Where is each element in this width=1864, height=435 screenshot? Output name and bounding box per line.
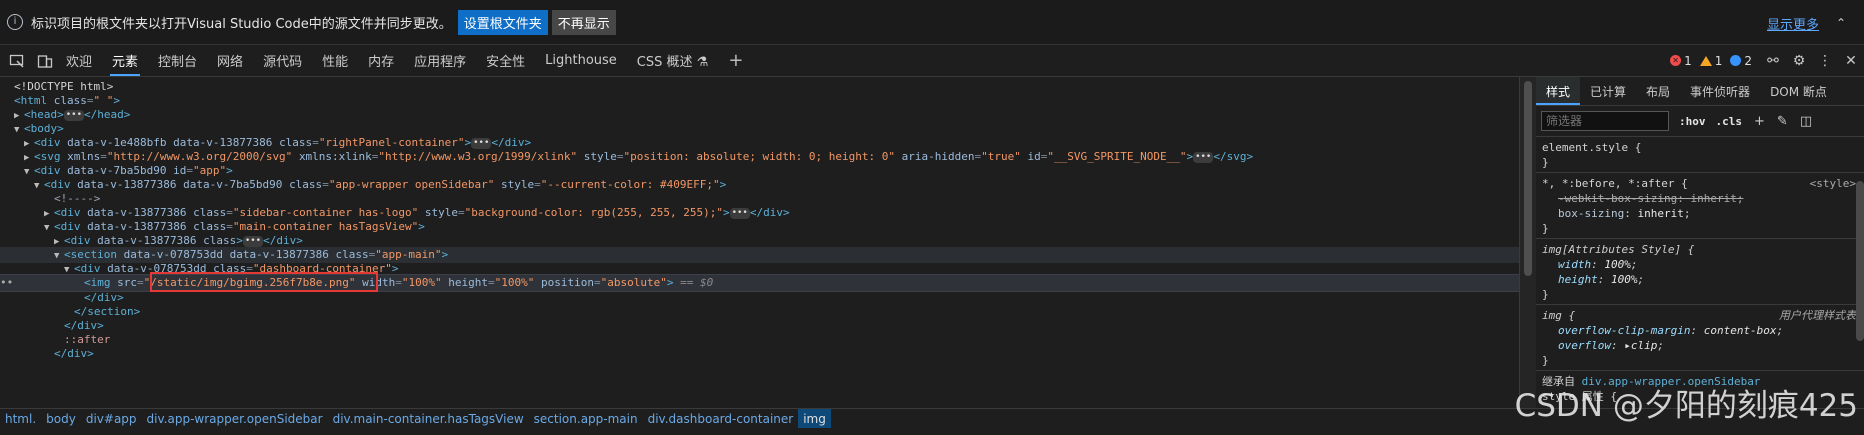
tab-sources[interactable]: 源代码 [253,45,312,76]
new-style-rule-icon[interactable]: + [1754,114,1765,129]
more-dots-icon[interactable]: •• [0,275,13,291]
tab-performance[interactable]: 性能 [312,45,358,76]
device-toolbar-icon[interactable] [34,50,56,72]
add-tab-icon[interactable]: + [728,50,743,71]
tab-lighthouse[interactable]: Lighthouse [535,45,627,76]
tab-layout[interactable]: 布局 [1636,77,1680,105]
breadcrumb-item-app-wrapper[interactable]: div.app-wrapper.openSidebar [142,409,328,429]
tab-network[interactable]: 网络 [207,45,253,76]
tab-css-overview[interactable]: CSS 概述 ⚗ [627,45,719,76]
gear-icon[interactable]: ⚙ [1786,53,1812,69]
more-options-icon[interactable]: ⋮ [1812,53,1838,69]
bottom-edge [0,428,1864,435]
ellipsis-icon[interactable]: ••• [471,137,492,149]
set-root-folder-button[interactable]: 设置根文件夹 [457,9,548,35]
tab-dom-breakpoints[interactable]: DOM 断点 [1760,77,1837,105]
toggle-sidebar-icon[interactable]: ◫ [1800,114,1812,129]
elements-tree: <!DOCTYPE html> <html class=" "> ▶ <head>… [0,77,1519,408]
error-count-badge[interactable]: ✕ 1 [1670,54,1692,68]
tab-welcome[interactable]: 欢迎 [56,45,102,76]
breadcrumb-item-main-container[interactable]: div.main-container.hasTagsView [328,409,529,429]
tab-console[interactable]: 控制台 [148,45,207,76]
tab-styles[interactable]: 样式 [1536,77,1581,105]
paint-brush-icon[interactable]: ✎ [1777,114,1788,129]
elements-scrollbar[interactable] [1519,77,1537,408]
tab-memory[interactable]: 内存 [358,45,404,76]
watermark-text: CSDN @夕阳的刻痕425 [1514,388,1858,424]
info-count-badge[interactable]: 2 [1730,54,1752,68]
error-icon: ✕ [1670,55,1682,66]
breadcrumb-item-html[interactable]: html. [0,409,41,429]
highlight-annotation-box [150,272,378,292]
breadcrumb-item-app[interactable]: div#app [81,409,142,429]
breadcrumb-item-dashboard[interactable]: div.dashboard-container [643,409,799,429]
rule-origin-link[interactable]: <style> [1810,176,1856,191]
dom-node-close-div[interactable]: </div> [0,346,1519,362]
ellipsis-icon[interactable]: ••• [729,207,750,219]
tab-elements[interactable]: 元素 [102,45,148,76]
breadcrumb-item-app-main[interactable]: section.app-main [529,409,643,429]
styles-pane: 样式 已计算 布局 事件侦听器 DOM 断点 :hov .cls + ✎ ◫ e… [1536,77,1864,408]
scrollbar-thumb[interactable] [1524,81,1532,276]
style-rule[interactable]: img { 用户代理样式表 overflow-clip-margin: cont… [1536,305,1864,371]
breadcrumb-item-body[interactable]: body [41,409,81,429]
message-icon [1730,55,1742,66]
show-more-link[interactable]: 显示更多 [1767,14,1819,33]
warning-count-badge[interactable]: 1 [1699,54,1722,68]
user-feedback-icon[interactable]: ⚯ [1760,53,1786,69]
infobar-message: 标识项目的根文件夹以打开Visual Studio Code中的源文件并同步更改… [31,16,452,32]
inspect-element-icon[interactable] [6,50,28,72]
style-rule[interactable]: img[Attributes Style] { width: 100%; hei… [1536,239,1864,305]
styles-tabbar: 样式 已计算 布局 事件侦听器 DOM 断点 [1536,77,1864,106]
dont-show-again-button[interactable]: 不再显示 [551,9,616,35]
hov-toggle-button[interactable]: :hov [1679,115,1706,128]
close-icon[interactable]: ✕ [1838,53,1864,69]
styles-scrollbar[interactable] [1856,181,1864,341]
info-icon: i [7,14,23,30]
devtools-tabbar: 欢迎 元素 控制台 网络 源代码 性能 内存 应用程序 安全性 Lighthou… [0,45,1864,77]
breadcrumb-item-img[interactable]: img [798,409,831,429]
style-rules: element.style { } *, *:before, *:after {… [1536,137,1864,406]
style-rule[interactable]: *, *:before, *:after { <style> -webkit-b… [1536,173,1864,239]
tab-security[interactable]: 安全性 [476,45,535,76]
ellipsis-icon[interactable]: ••• [63,109,85,121]
infobar: i 标识项目的根文件夹以打开Visual Studio Code中的源文件并同步… [0,0,1864,45]
tab-event-listeners[interactable]: 事件侦听器 [1680,77,1760,105]
style-rule[interactable]: element.style { } [1536,137,1864,173]
styles-filter-row: :hov .cls + ✎ ◫ [1536,106,1864,137]
cls-toggle-button[interactable]: .cls [1716,115,1743,128]
chevron-up-icon[interactable]: ⌃ [1836,16,1846,30]
tab-application[interactable]: 应用程序 [404,45,476,76]
ellipsis-icon[interactable]: ••• [1193,151,1214,163]
rule-origin-label: 用户代理样式表 [1779,309,1856,322]
ellipsis-icon[interactable]: ••• [242,235,264,247]
tab-computed[interactable]: 已计算 [1580,77,1636,105]
styles-filter-input[interactable] [1541,111,1669,131]
warning-icon [1699,55,1712,66]
devtools-right-controls: ✕ 1 1 2 ⚯ ⚙ ⋮ ✕ [1670,45,1864,76]
